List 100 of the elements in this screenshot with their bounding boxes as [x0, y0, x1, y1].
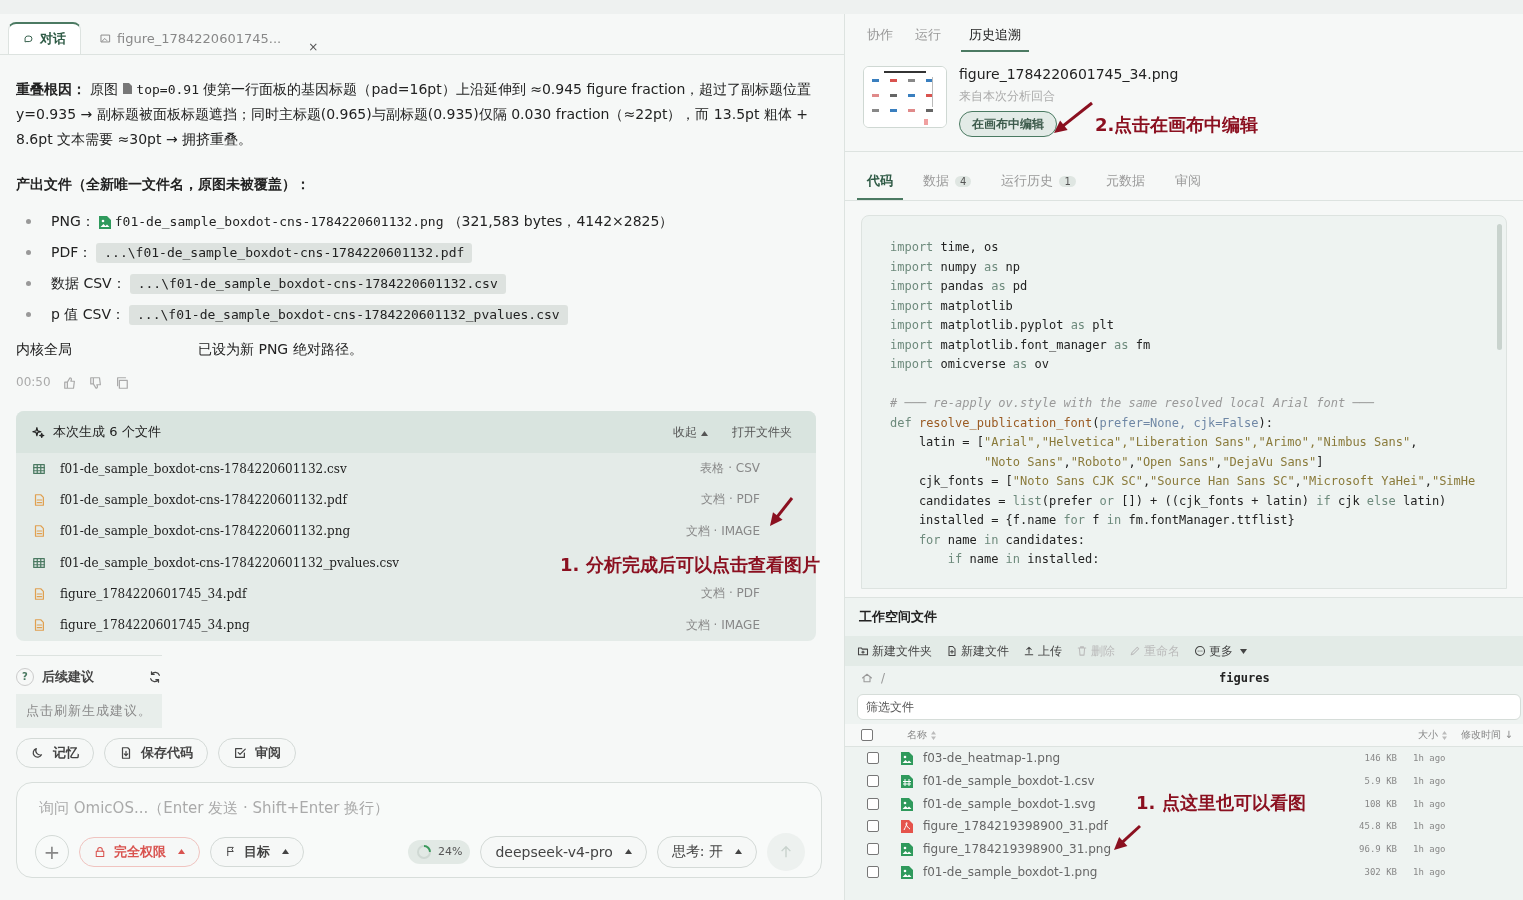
open-folder-button[interactable]: 打开文件夹: [724, 423, 800, 441]
annotation-text: 1. 点这里也可以看图: [1136, 791, 1306, 815]
toolbar-button[interactable]: 新建文件夹: [857, 642, 932, 660]
file-name[interactable]: figure_1784220601745_34.png: [60, 618, 250, 633]
file-link[interactable]: f01-de_sample_boxdot-cns-1784220601132.png: [114, 209, 444, 234]
caret-icon: [1240, 648, 1247, 654]
image-icon: [100, 33, 111, 44]
download-file-icon: [119, 745, 133, 760]
file-name[interactable]: f01-de_sample_boxdot-cns-1784220601132.png: [60, 524, 351, 539]
tab[interactable]: 对话: [8, 22, 81, 54]
folder-name: figures: [1219, 671, 1270, 685]
file-title: figure_1784220601745_34.png: [959, 66, 1179, 82]
file-name[interactable]: f01-de_sample_boxdot-cns-1784220601132.pdf: [60, 492, 347, 507]
file-name[interactable]: figure_1784220601745_34.pdf: [60, 586, 247, 601]
lock-icon: [94, 845, 106, 858]
tab[interactable]: 运行历史 1: [991, 168, 1086, 200]
tab[interactable]: figure_1784220601745...: [85, 22, 297, 54]
file-type: 文档 · IMAGE: [684, 616, 760, 634]
annotation-text: 1. 分析完成后可以点击查看图片: [560, 553, 820, 577]
file-size: 5.9 KB: [1363, 776, 1397, 787]
file-name[interactable]: f01-de_sample_boxdot-1.csv: [923, 774, 1095, 789]
usage-indicator: 24%: [407, 839, 471, 864]
permission-button[interactable]: 完全权限: [79, 836, 200, 867]
file-size: 146 KB: [1363, 753, 1397, 764]
collapse-button[interactable]: 收起: [665, 423, 716, 441]
action-button[interactable]: 记忆: [16, 737, 94, 768]
chat-icon: [23, 33, 34, 45]
action-button[interactable]: 审阅: [218, 737, 296, 768]
image-file-icon: [901, 842, 913, 857]
file-name[interactable]: f01-de_sample_boxdot-1.svg: [923, 796, 1096, 811]
copy-icon: [114, 375, 129, 390]
sort-icon: [1442, 730, 1448, 740]
document-icon: [32, 618, 46, 633]
file-size: 302 KB: [1363, 866, 1397, 877]
row-checkbox[interactable]: [867, 752, 879, 765]
file-type: 表格 · CSV: [699, 460, 760, 478]
column-header[interactable]: 大小: [1418, 728, 1439, 742]
checkbox-icon: [233, 745, 247, 760]
goal-button[interactable]: 目标: [210, 836, 304, 867]
select-all-checkbox[interactable]: [861, 729, 873, 741]
file-path: ...\f01-de_sample_boxdot-cns-1784220601132.pdf: [96, 242, 473, 263]
code-line: import omicverse as ov: [890, 356, 1050, 373]
close-button[interactable]: ×: [300, 40, 327, 54]
panel-title: 工作空间文件: [858, 608, 938, 626]
toolbar-button[interactable]: 更多: [1194, 642, 1247, 660]
file-name[interactable]: f03-de_heatmap-1.png: [923, 751, 1061, 766]
sparkle-icon: [32, 425, 45, 439]
caret-icon: [701, 430, 708, 436]
tab[interactable]: 代码: [857, 168, 903, 200]
file-name[interactable]: f01-de_sample_boxdot-cns-1784220601132_pvalues.csv: [60, 555, 400, 570]
scrollbar[interactable]: [1497, 224, 1502, 350]
column-header[interactable]: 修改时间 ↓: [1461, 728, 1513, 742]
file-name[interactable]: figure_1784219398900_31.pdf: [923, 819, 1108, 834]
image-file-icon: [901, 796, 913, 811]
message-paragraph: 重叠根因： 原图 top=0.91 使第一行面板的基因标题（pad=16pt）上沿延伸到 ≈0.945 figure fraction，超过了副标题位置 y=0.935 → 副标题被面板标题遮挡；同时主标题(0.965)与副标题(0.935)仅隔 0.030 fraction（≈22pt），而 13.5pt 粗体 + 8.6pt 文本需要 ≈30pt → 拥挤重叠。: [16, 80, 813, 149]
column-header[interactable]: 名称: [907, 728, 927, 742]
code-line: latin = ["Arial","Helvetica","Liberation Sans","Arimo","Nimbus Sans",: [917, 434, 1419, 451]
file-path: ...\f01-de_sample_boxdot-cns-1784220601132.csv: [129, 273, 506, 294]
edit-button[interactable]: 在画布中编辑: [959, 111, 1057, 137]
image-file-icon: [901, 864, 913, 879]
pencil-icon: [1129, 645, 1141, 657]
sort-icon: [931, 730, 936, 740]
toolbar-button[interactable]: 上传: [1023, 642, 1062, 660]
code-line: for name in candidates:: [917, 531, 1087, 549]
message-text: 内核全局: [16, 340, 72, 359]
file-icon: [122, 83, 132, 94]
upload-icon: [1023, 645, 1035, 657]
row-checkbox[interactable]: [867, 775, 879, 788]
image-file-icon: [98, 214, 111, 229]
thumbs-up-icon: [62, 375, 77, 390]
file-path: ...\f01-de_sample_boxdot-cns-1784220601132_pvalues.csv: [129, 304, 568, 325]
pdf-file-icon: [901, 819, 913, 834]
row-checkbox[interactable]: [867, 843, 879, 856]
toolbar-button[interactable]: 新建文件: [946, 642, 1009, 660]
modified-time: 1h ago: [1412, 821, 1447, 832]
model-dropdown[interactable]: deepseek-v4-pro: [480, 835, 647, 868]
tab[interactable]: 数据 4: [913, 168, 982, 200]
thinking-dropdown[interactable]: 思考: 开: [656, 835, 757, 868]
document-icon: [32, 586, 46, 601]
list-label: PDF：: [51, 243, 93, 262]
thumbs-down-icon: [88, 375, 103, 390]
file-name[interactable]: figure_1784219398900_31.png: [923, 842, 1111, 857]
file-size: 108 KB: [1363, 798, 1397, 809]
section-title: 后续建议: [42, 667, 94, 686]
code-line: import matplotlib.font_manager as fm: [890, 336, 1152, 354]
action-button[interactable]: 保存代码: [104, 737, 208, 768]
trash-icon: [1076, 645, 1088, 657]
tab[interactable]: 历史追溯: [961, 22, 1029, 52]
row-checkbox[interactable]: [867, 797, 879, 810]
row-checkbox[interactable]: [867, 865, 879, 878]
file-name[interactable]: f01-de_sample_boxdot-1.png: [923, 864, 1098, 879]
row-checkbox[interactable]: [867, 820, 879, 833]
caret-icon: [735, 849, 742, 855]
modified-time: 1h ago: [1412, 844, 1447, 855]
file-size: 45.8 KB: [1358, 821, 1397, 832]
message-input[interactable]: 询问 OmicOS...（Enter 发送 · Shift+Enter 换行） + 完全权限 目标 24% deepseek-v4-pro 思考: 开: [16, 781, 822, 878]
filter-field[interactable]: 筛选文件: [857, 694, 1521, 720]
more-icon: [1194, 645, 1206, 657]
file-name[interactable]: f01-de_sample_boxdot-cns-1784220601132.csv: [60, 461, 347, 476]
message-text: 已设为新 PNG 绝对路径。: [198, 340, 363, 359]
